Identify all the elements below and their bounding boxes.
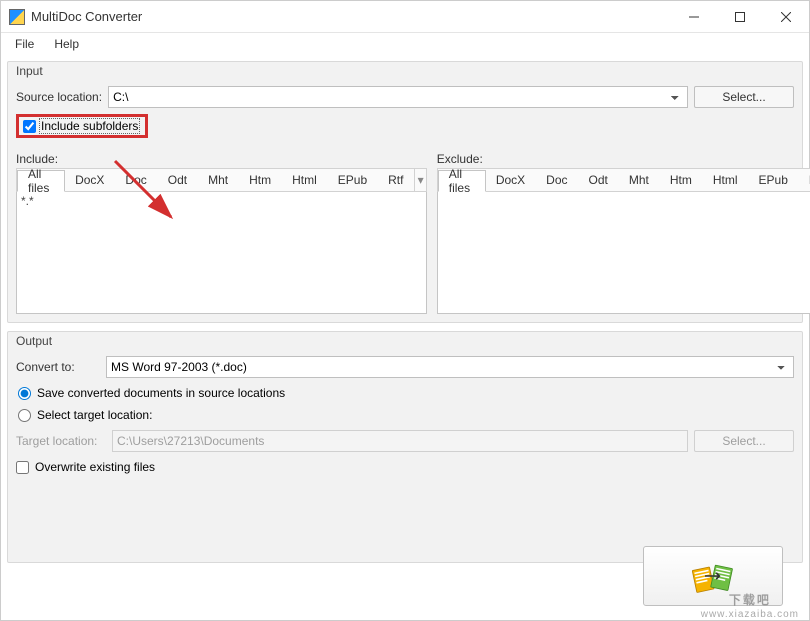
- convert-to-combo[interactable]: MS Word 97-2003 (*.doc): [106, 356, 794, 378]
- exclude-tab-docx[interactable]: DocX: [486, 169, 536, 191]
- close-button[interactable]: [763, 2, 809, 32]
- exclude-tab-all[interactable]: All files: [438, 170, 486, 192]
- include-tab-epub[interactable]: EPub: [328, 169, 378, 191]
- include-subfolders-checkbox[interactable]: [23, 120, 36, 133]
- watermark-url: www.xiazaiba.com: [701, 610, 799, 620]
- group-output-legend: Output: [16, 334, 52, 348]
- exclude-tab-mht[interactable]: Mht: [619, 169, 660, 191]
- radio-select-target-label: Select target location:: [37, 408, 152, 422]
- minimize-button[interactable]: [671, 2, 717, 32]
- overwrite-label: Overwrite existing files: [35, 460, 155, 474]
- overwrite-checkbox[interactable]: [16, 461, 29, 474]
- exclude-tab-rtf[interactable]: Rtf: [799, 169, 810, 191]
- source-location-combo[interactable]: C:\: [108, 86, 688, 108]
- exclude-tab-epub[interactable]: EPub: [749, 169, 799, 191]
- group-input-legend: Input: [16, 64, 43, 78]
- include-tab-docx[interactable]: DocX: [65, 169, 115, 191]
- include-listbox[interactable]: *.*: [16, 192, 427, 314]
- target-location-combo: C:\Users\27213\Documents: [112, 430, 688, 452]
- radio-save-source-label: Save converted documents in source locat…: [37, 386, 285, 400]
- radio-save-source[interactable]: [18, 387, 31, 400]
- radio-select-target[interactable]: [18, 409, 31, 422]
- window-controls: [671, 2, 809, 32]
- include-tab-odt[interactable]: Odt: [158, 169, 198, 191]
- include-tab-html[interactable]: Html: [282, 169, 328, 191]
- window-title: MultiDoc Converter: [31, 9, 671, 24]
- include-tabstrip: All files DocX Doc Odt Mht Htm Html EPub…: [16, 168, 427, 192]
- convert-icon: [689, 556, 737, 596]
- titlebar: MultiDoc Converter: [1, 1, 809, 33]
- exclude-tab-doc[interactable]: Doc: [536, 169, 578, 191]
- include-tab-doc[interactable]: Doc: [115, 169, 157, 191]
- convert-button[interactable]: [643, 546, 783, 606]
- exclude-tab-odt[interactable]: Odt: [579, 169, 619, 191]
- source-select-button[interactable]: Select...: [694, 86, 794, 108]
- include-column: Include: All files DocX Doc Odt Mht Htm …: [16, 152, 427, 314]
- target-select-button: Select...: [694, 430, 794, 452]
- exclude-listbox[interactable]: [437, 192, 810, 314]
- exclude-tabstrip: All files DocX Doc Odt Mht Htm Html EPub…: [437, 168, 810, 192]
- include-subfolders-label: Include subfolders: [40, 119, 139, 133]
- exclude-tab-htm[interactable]: Htm: [660, 169, 703, 191]
- menu-help[interactable]: Help: [48, 35, 85, 53]
- group-output: Output Convert to: MS Word 97-2003 (*.do…: [7, 331, 803, 563]
- app-icon: [9, 9, 25, 25]
- exclude-label: Exclude:: [437, 152, 810, 166]
- highlight-include-subfolders: Include subfolders: [16, 114, 148, 138]
- menu-file[interactable]: File: [9, 35, 40, 53]
- source-location-label: Source location:: [16, 90, 102, 104]
- include-tab-mht[interactable]: Mht: [198, 169, 239, 191]
- maximize-button[interactable]: [717, 2, 763, 32]
- include-label: Include:: [16, 152, 427, 166]
- convert-to-label: Convert to:: [16, 360, 100, 374]
- target-location-label: Target location:: [16, 434, 106, 448]
- include-tab-htm[interactable]: Htm: [239, 169, 282, 191]
- include-tab-scroll[interactable]: ▾: [414, 169, 425, 191]
- group-input: Input Source location: C:\ Select... Inc…: [7, 61, 803, 323]
- exclude-column: Exclude: All files DocX Doc Odt Mht Htm …: [437, 152, 810, 314]
- exclude-tab-html[interactable]: Html: [703, 169, 749, 191]
- include-tab-all[interactable]: All files: [17, 170, 65, 192]
- include-tab-rtf[interactable]: Rtf: [378, 169, 414, 191]
- menubar: File Help: [1, 33, 809, 55]
